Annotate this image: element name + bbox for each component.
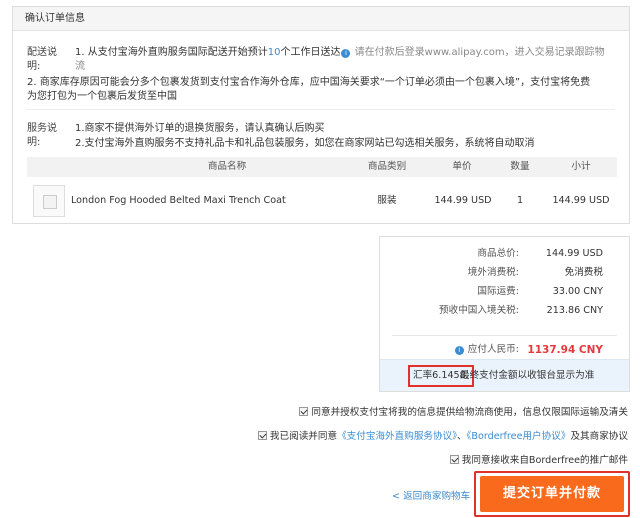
total-line: i 应付人民币: 1137.94 CNY <box>380 341 603 359</box>
checkbox-icon[interactable] <box>299 407 309 416</box>
product-table-header: 商品名称 商品类别 单价 数量 小计 <box>27 157 617 177</box>
checkbox-icon[interactable] <box>257 431 267 440</box>
product-subtotal: 144.99 USD <box>552 195 610 206</box>
shipping-line1: 1. 从支付宝海外直购服务国际配送开始预计10个工作日送达 i 请在付款后登录ww… <box>75 47 605 58</box>
summary-item: 国际运费: 33.00 CNY <box>477 286 603 297</box>
agreement-logistics[interactable]: 同意并授权支付宝将我的信息提供给物流商使用，信息仅限国际运输及清关 <box>299 406 628 420</box>
service-line1: 1.商家不提供海外订单的退换货服务，请认真确认后购买 <box>75 123 325 134</box>
table-row: London Fog Hooded Belted Maxi Trench Coa… <box>27 183 617 219</box>
product-price: 144.99 USD <box>434 195 492 206</box>
summary-divider <box>392 335 617 336</box>
borderfree-agreement-link[interactable]: 《Borderfree用户协议》 <box>467 431 571 442</box>
col-header-name: 商品名称 <box>207 161 247 172</box>
checkbox-icon[interactable] <box>449 455 459 464</box>
col-header-subtotal: 小计 <box>571 161 591 172</box>
shipping-label: 配送说 <box>27 47 57 58</box>
service-label: 服务说 <box>27 123 57 134</box>
agreement-terms[interactable]: 我已阅读并同意《支付宝海外直购服务协议》、《Borderfree用户协议》及其商… <box>257 430 628 444</box>
agreement-promo-email[interactable]: 我同意接收来自Borderfree的推广邮件 <box>449 454 628 468</box>
product-name[interactable]: London Fog Hooded Belted Maxi Trench Coa… <box>71 183 286 219</box>
exchange-rate-bar: 汇率6.1458, 最终支付金额以收银台显示为准 <box>380 359 629 391</box>
shipping-line1-wrap: 流 <box>75 61 85 72</box>
info-icon: i <box>341 49 351 58</box>
summary-item: 商品总价: 144.99 USD <box>477 248 603 259</box>
divider <box>27 109 615 110</box>
service-agreement-link[interactable]: 《支付宝海外直购服务协议》 <box>337 431 457 442</box>
shipping-line2: 2. 商家库存原因可能会分多个包裹发货到支付宝合作海外仓库，应中国海关要求“一个… <box>27 77 591 88</box>
exchange-rate-note: 最终支付金额以收银台显示为准 <box>460 370 595 381</box>
summary-item: 境外消费税: 免消费税 <box>467 267 603 278</box>
col-header-price: 单价 <box>452 161 472 172</box>
total-amount: 1137.94 CNY <box>527 344 603 356</box>
price-summary: 商品总价: 144.99 USD 境外消费税: 免消费税 国际运费: 33.00… <box>379 236 630 392</box>
shipping-line3: 为您打包为一个包裹后发货至中国 <box>27 91 177 102</box>
service-label-2: 明: <box>27 137 41 148</box>
shipping-label-2: 明: <box>27 61 41 72</box>
service-line2: 2.支付宝海外直购服务不支持礼品卡和礼品包装服务，如您在商家网站已勾选相关服务，… <box>75 138 535 149</box>
back-to-cart-link[interactable]: < 返回商家购物车 <box>392 488 470 502</box>
product-qty: 1 <box>516 195 524 206</box>
summary-item: 预收中国入境关税: 213.86 CNY <box>439 305 603 316</box>
card-title: 确认订单信息 <box>13 7 629 31</box>
order-info-card: 确认订单信息 配送说 明: 1. 从支付宝海外直购服务国际配送开始预计10个工作… <box>12 6 630 224</box>
submit-order-button[interactable]: 提交订单并付款 <box>480 476 624 512</box>
col-header-qty: 数量 <box>510 161 530 172</box>
product-category: 服装 <box>377 195 397 206</box>
col-header-category: 商品类别 <box>367 161 407 172</box>
product-thumbnail[interactable] <box>33 185 65 217</box>
info-icon: i <box>454 346 464 355</box>
